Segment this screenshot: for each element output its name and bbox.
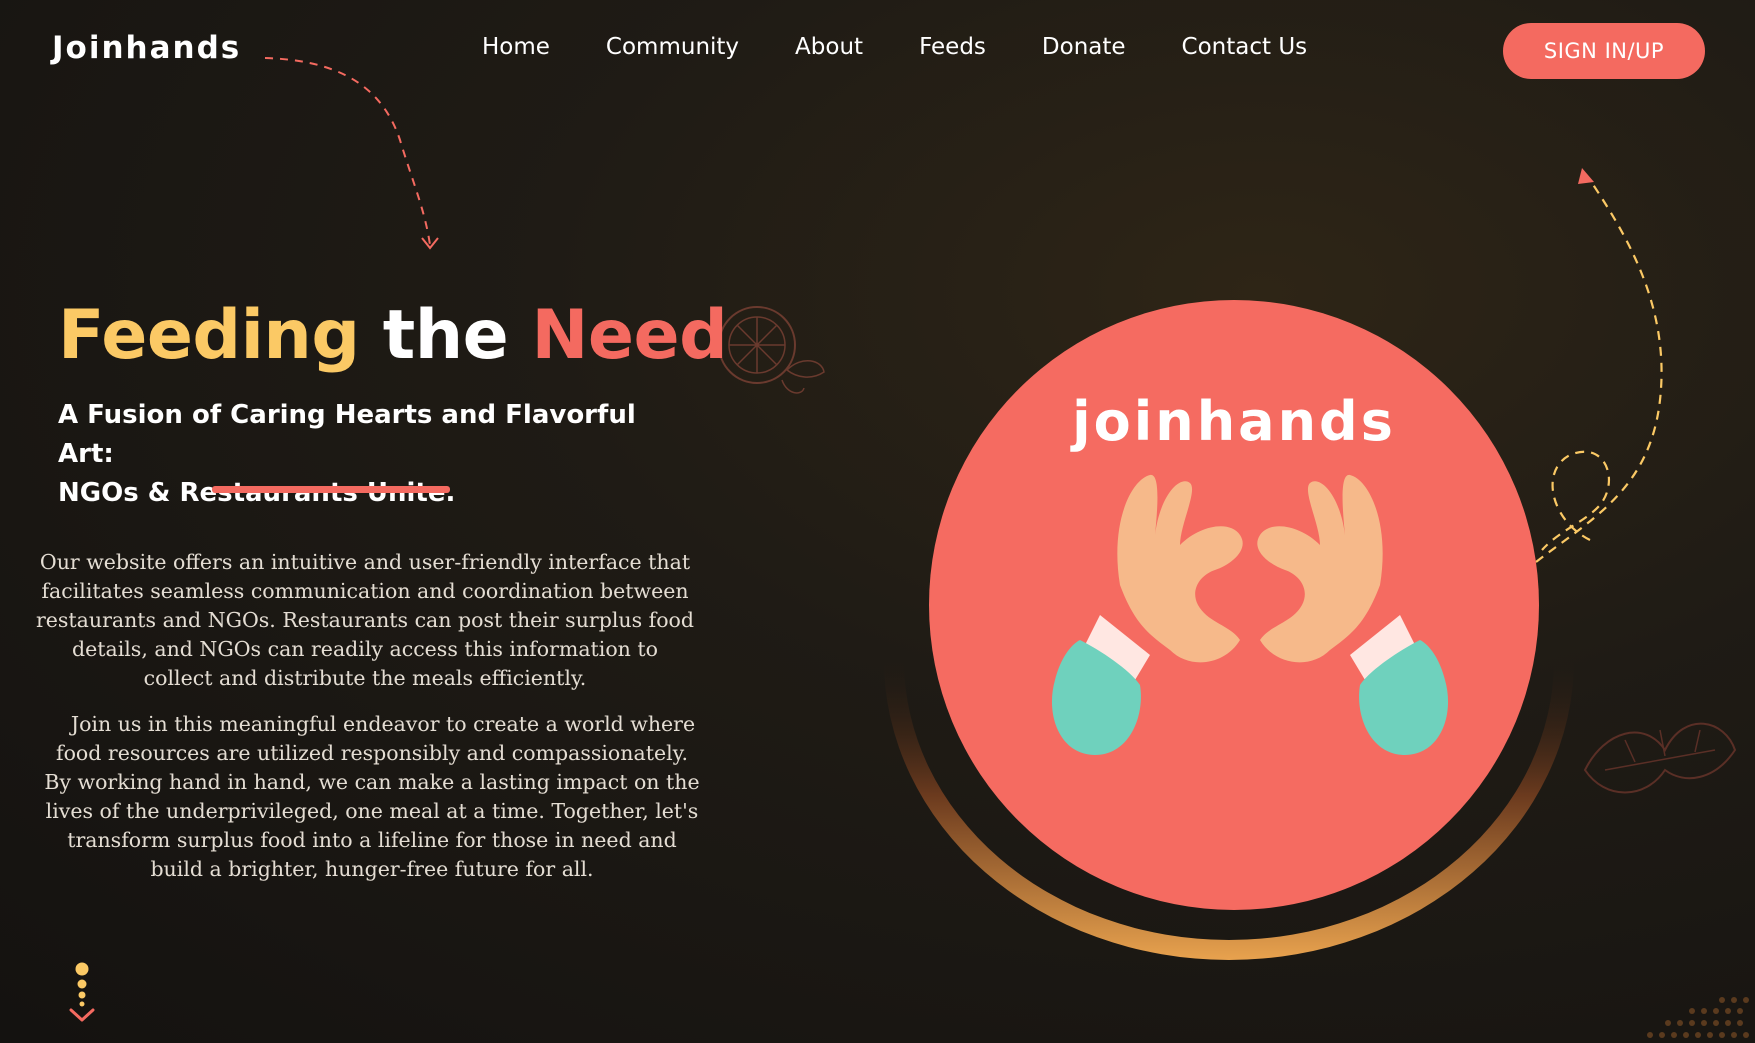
hero-title: Feeding the Need <box>58 296 728 375</box>
mission-paragraph: Join us in this meaningful endeavor to c… <box>44 712 700 881</box>
hero-title-the: the <box>382 296 509 375</box>
dashed-loop-arrow-decoration-right <box>1535 168 1663 563</box>
nav-community[interactable]: Community <box>606 34 739 60</box>
scroll-down-icon[interactable] <box>68 962 98 1028</box>
hero-title-feeding: Feeding <box>58 296 360 375</box>
intro-paragraph: Our website offers an intuitive and user… <box>35 550 695 690</box>
heart-hands-icon <box>1051 474 1449 755</box>
dot-pattern-decoration <box>1647 997 1749 1038</box>
orange-slice-doodle <box>718 306 825 394</box>
nav-contact-us[interactable]: Contact Us <box>1182 34 1308 60</box>
subtitle-underline <box>212 486 450 493</box>
hero-subtitle-line1: A Fusion of Caring Hearts and Flavorful … <box>58 400 636 469</box>
sign-in-up-button[interactable]: SIGN IN/UP <box>1503 23 1705 79</box>
nav-feeds[interactable]: Feeds <box>919 34 986 60</box>
hero-subtitle-line2: NGOs & Restaurants Unite. <box>58 478 456 508</box>
nav-donate[interactable]: Donate <box>1042 34 1126 60</box>
dashed-arrow-decoration-left <box>264 57 439 250</box>
leaf-doodle <box>1583 722 1737 794</box>
main-nav: Home Community About Feeds Donate Contac… <box>482 34 1363 60</box>
site-logo[interactable]: Joinhands <box>52 30 241 66</box>
nav-about[interactable]: About <box>795 34 863 60</box>
circle-logo-text: joinhands <box>1072 390 1396 453</box>
nav-home[interactable]: Home <box>482 34 550 60</box>
hero-title-need: Need <box>531 296 728 375</box>
hero-subtitle: A Fusion of Caring Hearts and Flavorful … <box>58 396 698 513</box>
